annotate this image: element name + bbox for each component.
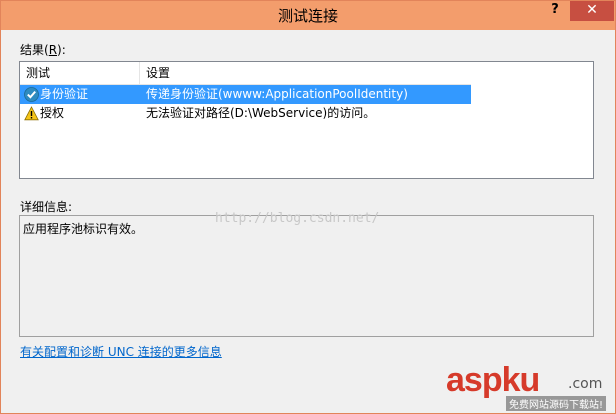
logo-subtitle: 免费网站源码下载站! [506,396,607,411]
results-label: 结果(R): [20,43,66,57]
warning-icon [24,106,39,121]
test-connection-dialog: 测试连接 ? ✕ 结果(R): 测试 设置 身份验证 传递身份验证(wwww:A… [0,0,616,414]
row-test-name: 授权 [40,106,65,120]
row-test-name: 身份验证 [40,87,89,101]
details-label: 详细信息: [20,200,73,214]
results-list[interactable]: 测试 设置 身份验证 传递身份验证(wwww:ApplicationPoolId… [19,61,594,179]
results-list-header: 测试 设置 [20,62,471,85]
logo-main: aspku [446,361,540,399]
column-header-test[interactable]: 测试 [20,62,140,84]
column-header-setting[interactable]: 设置 [140,62,471,84]
window-title: 测试连接 [277,7,338,25]
row-setting-value: 传递身份验证(wwww:ApplicationPoolIdentity) [146,87,408,101]
unc-help-link[interactable]: 有关配置和诊断 UNC 连接的更多信息 [20,343,222,360]
logo-tail: .com [568,376,603,392]
title-bar[interactable]: 测试连接 ? ✕ [1,1,615,30]
help-button[interactable]: ? [543,1,567,21]
details-box: 应用程序池标识有效。 [19,215,594,337]
site-logo: aspku .com 免费网站源码下载站! [446,361,611,411]
watermark: http://blog.csdn.net/ [215,211,380,226]
success-check-icon [24,87,39,102]
row-setting-value: 无法验证对路径(D:\WebService)的访问。 [146,106,376,120]
close-button[interactable]: ✕ [570,1,614,21]
list-item[interactable]: 授权 无法验证对路径(D:\WebService)的访问。 [20,104,471,123]
details-text: 应用程序池标识有效。 [23,222,144,236]
results-access-key: R [48,43,58,57]
list-item[interactable]: 身份验证 传递身份验证(wwww:ApplicationPoolIdentity… [20,85,471,104]
